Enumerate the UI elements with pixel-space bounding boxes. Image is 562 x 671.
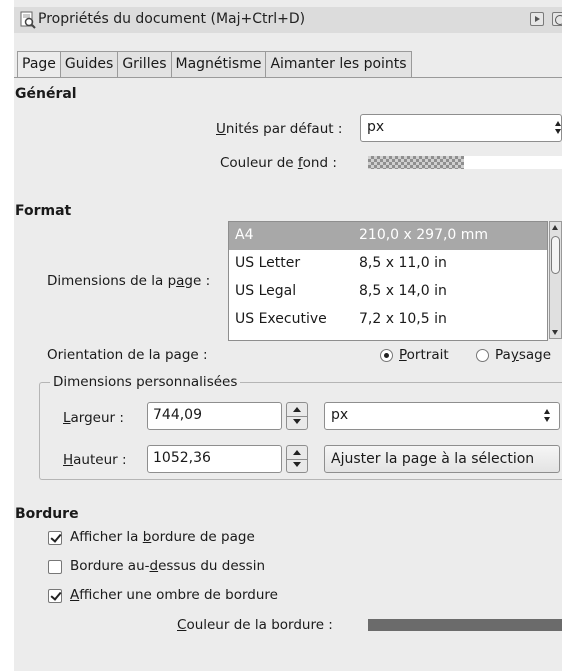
- decrement-icon[interactable]: [293, 419, 301, 424]
- page-size-scrollbar[interactable]: [549, 221, 562, 339]
- show-border-label[interactable]: Afficher la bordure de page: [70, 529, 255, 545]
- tab-guides[interactable]: Guides: [59, 51, 119, 77]
- default-units-select[interactable]: px: [360, 114, 562, 142]
- tab-snap-points[interactable]: Aimanter les points: [265, 51, 412, 77]
- tab-divider: [14, 77, 562, 78]
- tab-snapping[interactable]: Magnétisme: [170, 51, 267, 77]
- portrait-radio[interactable]: [380, 349, 393, 362]
- scroll-up-icon[interactable]: [552, 225, 558, 230]
- list-item[interactable]: US Letter 8,5 x 11,0 in: [229, 250, 547, 278]
- increment-icon[interactable]: [293, 450, 301, 455]
- orientation-label: Orientation de la page :: [47, 347, 208, 363]
- border-color-swatch[interactable]: [368, 619, 562, 631]
- custom-units-value: px: [331, 407, 349, 423]
- border-color-label: Couleur de la bordure :: [177, 617, 333, 633]
- list-item[interactable]: A4 210,0 x 297,0 mm: [229, 222, 547, 250]
- page-size-list[interactable]: A4 210,0 x 297,0 mm US Letter 8,5 x 11,0…: [228, 221, 548, 341]
- chevron-updown-icon: [544, 408, 551, 424]
- list-item[interactable]: US Executive 7,2 x 10,5 in: [229, 306, 547, 334]
- chevron-updown-icon: [555, 120, 562, 136]
- custom-size-heading: Dimensions personnalisées: [50, 374, 241, 390]
- panel-menu-icon[interactable]: [530, 12, 544, 26]
- background-color-swatch[interactable]: [368, 156, 464, 169]
- width-input[interactable]: 744,09: [147, 402, 282, 430]
- decrement-icon[interactable]: [293, 462, 301, 467]
- show-shadow-label[interactable]: Afficher une ombre de bordure: [70, 587, 278, 603]
- document-properties-icon: [20, 11, 36, 29]
- default-units-label: Unités par défaut :: [216, 121, 343, 137]
- show-shadow-checkbox[interactable]: [48, 589, 62, 603]
- list-item[interactable]: US Legal 8,5 x 14,0 in: [229, 278, 547, 306]
- scroll-down-icon[interactable]: [552, 330, 558, 335]
- window-title: Propriétés du document (Maj+Ctrl+D): [38, 11, 306, 27]
- border-on-top-checkbox[interactable]: [48, 560, 62, 574]
- show-border-checkbox[interactable]: [48, 531, 62, 545]
- portrait-label[interactable]: Portrait: [399, 347, 449, 363]
- background-color-label: Couleur de fond :: [220, 155, 337, 171]
- fit-page-to-selection-button[interactable]: Ajuster la page à la sélection: [324, 445, 560, 473]
- tab-page[interactable]: Page: [17, 51, 61, 78]
- height-stepper[interactable]: [286, 445, 308, 473]
- tab-grids[interactable]: Grilles: [117, 51, 172, 77]
- height-label: Hauteur :: [63, 452, 127, 468]
- height-input[interactable]: 1052,36: [147, 445, 282, 473]
- increment-icon[interactable]: [293, 407, 301, 412]
- landscape-label[interactable]: Paysage: [495, 347, 551, 363]
- scroll-thumb[interactable]: [551, 236, 560, 274]
- landscape-radio[interactable]: [476, 349, 489, 362]
- default-units-value: px: [367, 119, 385, 135]
- custom-units-select[interactable]: px: [324, 402, 560, 430]
- width-label: Largeur :: [63, 410, 124, 426]
- width-stepper[interactable]: [286, 402, 308, 430]
- general-heading: Général: [15, 86, 77, 102]
- page-size-label: Dimensions de la page :: [47, 273, 211, 289]
- border-on-top-label[interactable]: Bordure au-dessus du dessin: [70, 558, 265, 574]
- panel-close-icon[interactable]: [552, 12, 562, 26]
- background-color-swatch-solid[interactable]: [464, 156, 562, 169]
- tab-bar: Page Guides Grilles Magnétisme Aimanter …: [17, 51, 412, 78]
- border-heading: Bordure: [15, 506, 79, 522]
- format-heading: Format: [15, 203, 72, 219]
